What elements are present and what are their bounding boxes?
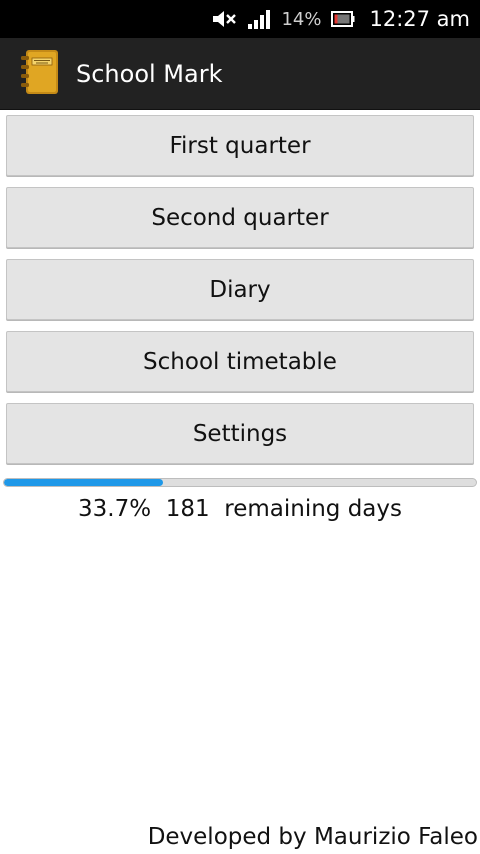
school-timetable-button[interactable]: School timetable [6, 331, 474, 392]
battery-percent: 14% [281, 8, 322, 30]
progress-percent: 33.7% [78, 496, 152, 522]
diary-book-icon [18, 48, 62, 100]
status-bar: 14% 12:27 am [0, 0, 480, 38]
battery-icon [331, 10, 355, 28]
action-bar: School Mark [0, 38, 480, 110]
volume-muted-icon [211, 9, 237, 29]
signal-icon [247, 9, 271, 29]
progress-summary: 33.7% 181 remaining days [0, 496, 480, 522]
clock-time: 12:27 am [369, 7, 470, 31]
developer-credit: Developed by Maurizio Faleo [147, 824, 478, 850]
settings-button[interactable]: Settings [6, 403, 474, 464]
remaining-days-label: remaining days [224, 496, 402, 522]
diary-button[interactable]: Diary [6, 259, 474, 320]
main-content: First quarter Second quarter Diary Schoo… [0, 110, 480, 854]
school-year-progress-bar [3, 478, 477, 487]
second-quarter-button[interactable]: Second quarter [6, 187, 474, 248]
progress-bar-fill [4, 479, 164, 486]
app-title: School Mark [76, 59, 223, 88]
first-quarter-button[interactable]: First quarter [6, 115, 474, 176]
remaining-days-count: 181 [165, 496, 210, 522]
